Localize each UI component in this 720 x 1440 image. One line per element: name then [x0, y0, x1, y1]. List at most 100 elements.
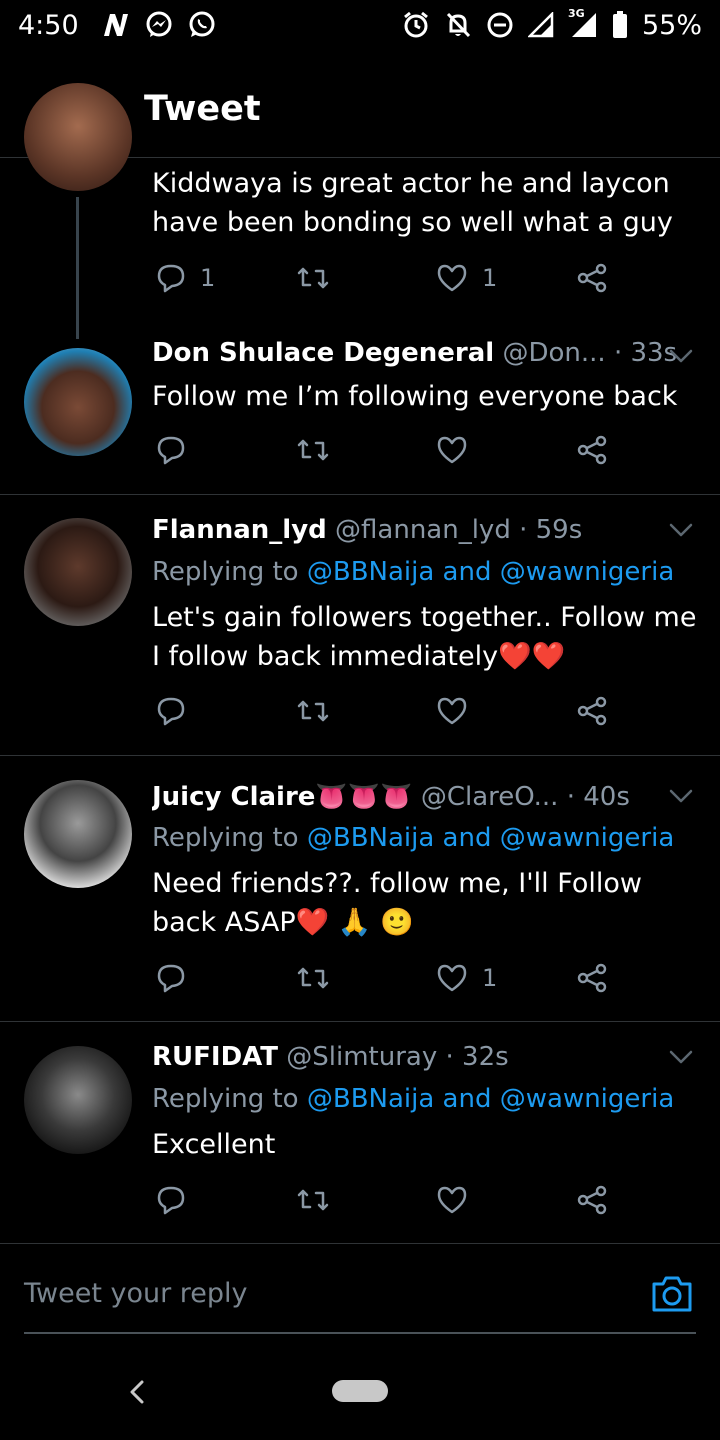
reply-button[interactable]	[156, 963, 200, 993]
share-button[interactable]	[576, 263, 608, 293]
reply-button[interactable]	[156, 696, 200, 726]
retweet-button[interactable]	[296, 435, 330, 465]
retweet-icon	[297, 700, 329, 722]
tweet-text: Let's gain followers together.. Follow m…	[152, 602, 697, 672]
author-name[interactable]: Juicy Claire👅👅👅	[152, 782, 413, 812]
reply-icon	[157, 964, 185, 993]
tweet-text: Kiddwaya is great actor he and laycon ha…	[152, 168, 673, 238]
reply-icon	[157, 697, 185, 726]
tweet-text: Need friends??. follow me, I'll Follow b…	[152, 868, 642, 938]
notifications-off-icon	[444, 11, 472, 39]
like-button[interactable]	[436, 696, 482, 726]
share-icon	[577, 263, 607, 293]
author-name[interactable]: Don Shulace Degeneral	[152, 338, 494, 368]
author-handle[interactable]: @flannan_lyd	[335, 515, 511, 545]
alarm-icon	[402, 11, 430, 39]
share-button[interactable]	[576, 1185, 608, 1215]
chevron-down-icon[interactable]	[668, 1044, 694, 1070]
tweet-time: · 40s	[566, 782, 630, 812]
retweet-icon	[297, 1189, 329, 1211]
do-not-disturb-icon	[486, 11, 514, 39]
author-handle[interactable]: @Slimturay	[286, 1042, 437, 1072]
system-nav-bar	[0, 1350, 720, 1440]
tweet-text: Excellent	[152, 1129, 276, 1160]
retweet-icon	[297, 267, 329, 289]
tweet-meta: Flannan_lyd @flannan_lyd · 59s	[152, 515, 696, 545]
chevron-down-icon[interactable]	[668, 343, 694, 369]
tweet-item[interactable]: Kiddwaya is great actor he and laycon ha…	[0, 83, 720, 495]
chevron-down-icon[interactable]	[668, 517, 694, 543]
battery-percent: 55%	[641, 9, 702, 41]
mention-link[interactable]: @BBNaija and @wawnigeria	[307, 557, 674, 587]
retweet-button[interactable]	[296, 696, 330, 726]
status-time: 4:50	[18, 9, 79, 41]
reply-button[interactable]	[156, 1185, 200, 1215]
tweet-actions	[152, 435, 622, 475]
heart-icon	[437, 697, 467, 725]
reply-button[interactable]	[156, 435, 200, 465]
like-button[interactable]: 1	[436, 263, 497, 293]
author-handle[interactable]: @ClareO...	[421, 782, 559, 812]
reply-button[interactable]: 1	[156, 263, 215, 293]
like-button[interactable]	[436, 1185, 482, 1215]
like-button[interactable]	[436, 435, 482, 465]
retweet-button[interactable]	[296, 1185, 330, 1215]
reply-input[interactable]: Tweet your reply	[24, 1278, 248, 1309]
tweet-actions	[152, 696, 622, 736]
status-bar: 4:50 3G 55%	[0, 0, 720, 50]
avatar[interactable]	[24, 780, 132, 888]
mention-link[interactable]: @BBNaija and @wawnigeria	[307, 823, 674, 853]
heart-icon	[437, 1186, 467, 1214]
tweet-time: · 32s	[445, 1042, 509, 1072]
retweet-icon	[297, 967, 329, 989]
tweet-actions: 1 1	[152, 263, 622, 303]
whatsapp-icon	[187, 10, 217, 40]
chevron-left-icon	[130, 1380, 144, 1404]
heart-icon	[437, 264, 467, 292]
author-name[interactable]: RUFIDAT	[152, 1042, 278, 1072]
n-icon	[101, 12, 131, 38]
replying-to: Replying to @BBNaija and @wawnigeria	[152, 823, 675, 853]
signal-icon	[527, 12, 554, 38]
author-handle[interactable]: @Don...	[502, 338, 605, 368]
page-title: Tweet	[144, 88, 261, 129]
tweet-time: · 59s	[519, 515, 583, 545]
messenger-icon	[145, 11, 173, 39]
share-button[interactable]	[576, 696, 608, 726]
tweet-item[interactable]: RUFIDAT @Slimturay · 32s Replying to @BB…	[0, 1022, 720, 1243]
replying-to: Replying to @BBNaija and @wawnigeria	[152, 1084, 675, 1114]
3g-signal-icon: 3G	[568, 7, 598, 39]
camera-button[interactable]	[650, 1274, 694, 1314]
tweet-meta: RUFIDAT @Slimturay · 32s	[152, 1042, 696, 1072]
heart-icon	[437, 964, 467, 992]
battery-icon	[612, 11, 628, 39]
share-icon	[577, 435, 607, 465]
avatar[interactable]	[24, 1046, 132, 1154]
divider	[0, 1243, 720, 1244]
share-icon	[577, 1185, 607, 1215]
tweet-meta: Juicy Claire👅👅👅 @ClareO... · 40s	[152, 782, 696, 812]
tweet-item[interactable]: Juicy Claire👅👅👅 @ClareO... · 40s Replyin…	[0, 756, 720, 1021]
chevron-down-icon[interactable]	[668, 783, 694, 809]
tweet-text: Follow me I’m following everyone back	[152, 381, 678, 412]
reply-count: 1	[200, 264, 216, 292]
tweet-item[interactable]: Flannan_lyd @flannan_lyd · 59s Replying …	[0, 495, 720, 755]
reply-icon	[157, 1186, 185, 1215]
mention-link[interactable]: @BBNaija and @wawnigeria	[307, 1084, 674, 1114]
retweet-button[interactable]	[296, 263, 330, 293]
avatar[interactable]	[24, 83, 132, 191]
nav-home-pill[interactable]	[332, 1380, 388, 1402]
share-button[interactable]	[576, 963, 608, 993]
retweet-icon	[297, 439, 329, 461]
like-count: 1	[482, 964, 498, 992]
avatar[interactable]	[24, 518, 132, 626]
author-name[interactable]: Flannan_lyd	[152, 515, 327, 545]
avatar[interactable]	[24, 348, 132, 456]
like-button[interactable]: 1	[436, 963, 497, 993]
retweet-button[interactable]	[296, 963, 330, 993]
reply-composer[interactable]: Tweet your reply	[24, 1262, 696, 1334]
tweet-meta: Don Shulace Degeneral @Don... · 33s	[152, 338, 696, 368]
nav-back-button[interactable]	[124, 1376, 152, 1408]
share-button[interactable]	[576, 435, 608, 465]
like-count: 1	[482, 264, 498, 292]
